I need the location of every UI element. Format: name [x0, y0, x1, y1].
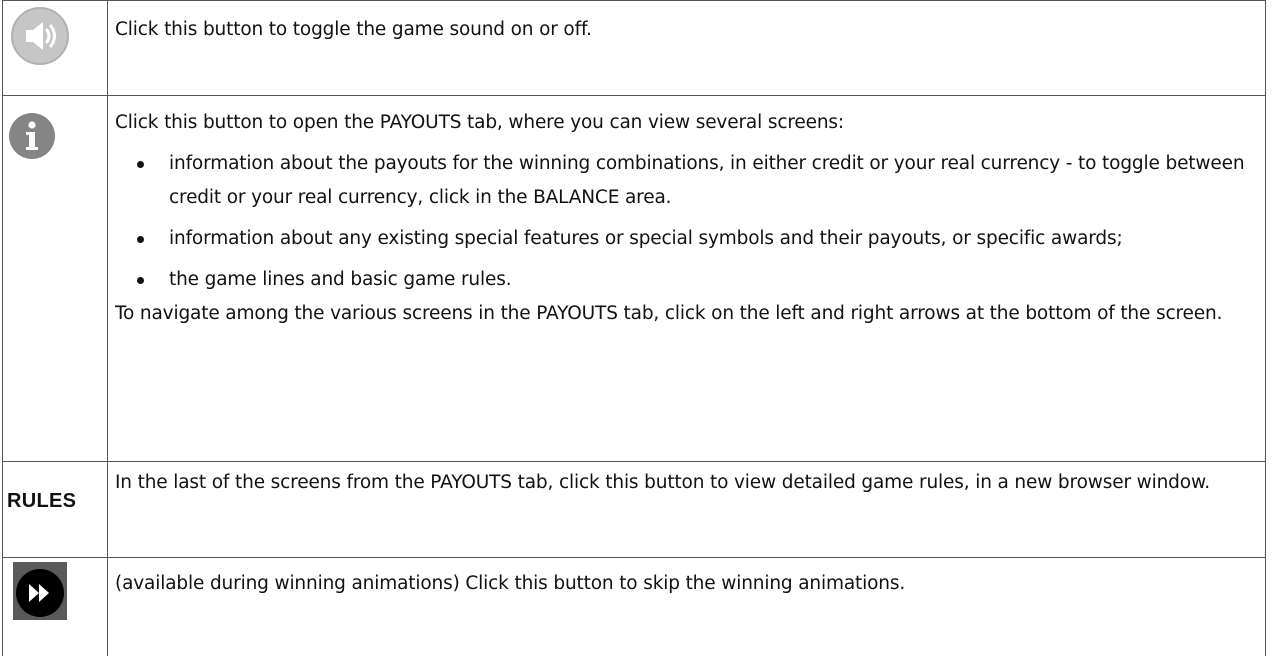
- description-cell: (available during winning animations) Cl…: [108, 558, 1266, 656]
- icon-cell: [3, 558, 108, 656]
- sound-description: Click this button to toggle the game sou…: [115, 1, 1255, 47]
- payouts-navigation-note: To navigate among the various screens in…: [115, 297, 1255, 331]
- sound-icon: [11, 7, 69, 65]
- description-cell: In the last of the screens from the PAYO…: [108, 462, 1266, 558]
- icon-cell: RULES: [3, 462, 108, 558]
- rules-label: RULES: [7, 490, 76, 513]
- payouts-intro: Click this button to open the PAYOUTS ta…: [115, 96, 1255, 140]
- payouts-bullet-list: information about the payouts for the wi…: [115, 147, 1255, 297]
- button-help-table: Click this button to toggle the game sou…: [2, 0, 1266, 656]
- info-icon: [8, 112, 56, 160]
- table-row: Click this button to toggle the game sou…: [3, 1, 1266, 96]
- list-item: information about any existing special f…: [169, 222, 1255, 256]
- list-item: information about the payouts for the wi…: [169, 147, 1255, 215]
- skip-description: (available during winning animations) Cl…: [115, 558, 1255, 601]
- table-row: Click this button to open the PAYOUTS ta…: [3, 96, 1266, 462]
- table-row: (available during winning animations) Cl…: [3, 558, 1266, 656]
- description-cell: Click this button to open the PAYOUTS ta…: [108, 96, 1266, 462]
- rules-description: In the last of the screens from the PAYO…: [115, 462, 1255, 500]
- icon-cell: [3, 1, 108, 96]
- fast-forward-icon: [13, 562, 67, 620]
- description-cell: Click this button to toggle the game sou…: [108, 1, 1266, 96]
- list-item: the game lines and basic game rules.: [169, 263, 1255, 297]
- icon-cell: [3, 96, 108, 462]
- table-row: RULES In the last of the screens from th…: [3, 462, 1266, 558]
